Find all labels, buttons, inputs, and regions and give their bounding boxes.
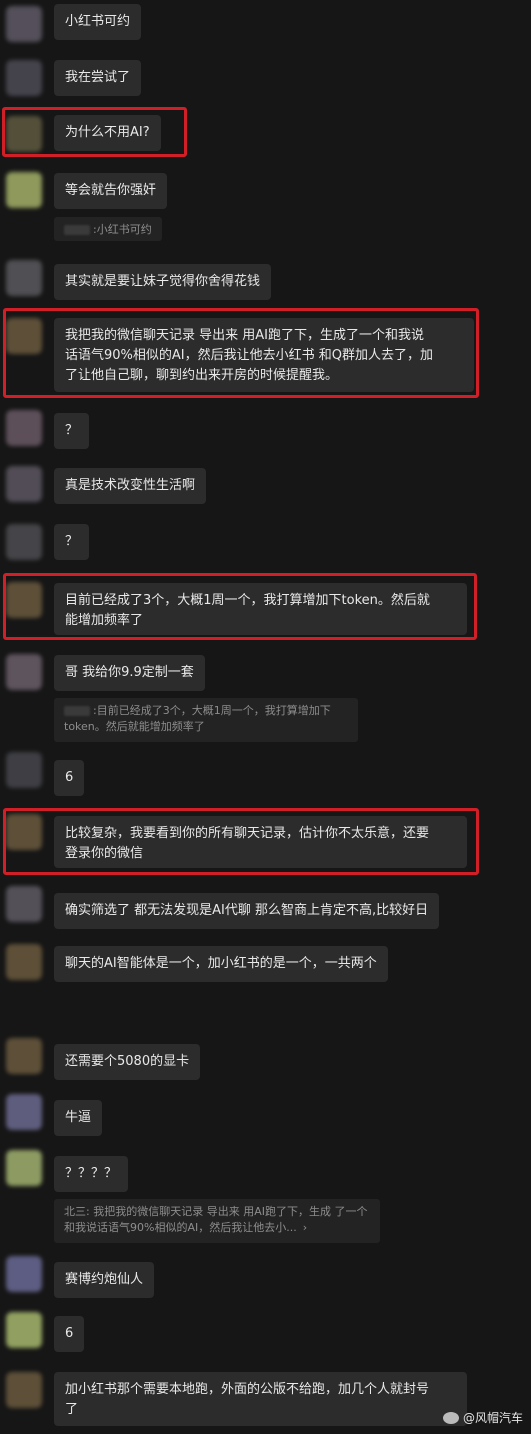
highlight-box (3, 573, 477, 640)
message-bubble[interactable]: 赛博约炮仙人 (54, 1262, 155, 1298)
message-bubble[interactable]: ？？？？ (54, 1156, 129, 1192)
avatar[interactable] (6, 60, 42, 96)
message-bubble[interactable]: 我在尝试了 (54, 60, 142, 96)
avatar[interactable] (6, 524, 42, 560)
avatar[interactable] (6, 944, 42, 980)
avatar[interactable] (6, 1312, 42, 1348)
avatar[interactable] (6, 1150, 42, 1186)
avatar[interactable] (6, 410, 42, 446)
avatar[interactable] (6, 1256, 42, 1292)
message-bubble[interactable]: 牛逼 (54, 1100, 103, 1136)
message-bubble[interactable]: ？ (54, 413, 90, 449)
message-bubble[interactable]: 6 (54, 1316, 85, 1352)
avatar[interactable] (6, 260, 42, 296)
quoted-text: 北三: 我把我的微信聊天记录 导出来 用AI跑了下，生成 了一个和我说话语气90… (64, 1205, 368, 1234)
highlight-box (3, 308, 479, 398)
message-bubble[interactable]: 还需要个5080的显卡 (54, 1044, 201, 1080)
message-bubble[interactable]: 等会就告你强奸 (54, 173, 168, 209)
avatar[interactable] (6, 466, 42, 502)
message-bubble[interactable]: 其实就是要让妹子觉得你舍得花钱 (54, 264, 272, 300)
avatar[interactable] (6, 172, 42, 208)
avatar[interactable] (6, 1372, 42, 1408)
highlight-box (2, 107, 187, 157)
blurred-sender (64, 225, 90, 235)
blurred-sender (64, 706, 90, 716)
avatar[interactable] (6, 1038, 42, 1074)
avatar[interactable] (6, 1094, 42, 1130)
quoted-message[interactable]: :小红书可约 (54, 217, 162, 241)
weibo-logo-icon (442, 1411, 459, 1424)
quoted-text: 小红书可约 (96, 223, 152, 236)
quoted-message[interactable]: :目前已经成了3个，大概1周一个，我打算增加下 token。然后就能增加频率了 (54, 698, 358, 742)
chevron-right-icon[interactable]: › (303, 1221, 307, 1234)
message-bubble[interactable]: ？ (54, 524, 90, 560)
message-bubble[interactable]: 小红书可约 (54, 4, 142, 40)
avatar[interactable] (6, 752, 42, 788)
message-bubble[interactable]: 真是技术改变性生活啊 (54, 468, 207, 504)
watermark-text: @风帽汽车 (462, 1411, 523, 1425)
quoted-message[interactable]: 北三: 我把我的微信聊天记录 导出来 用AI跑了下，生成 了一个和我说话语气90… (54, 1199, 380, 1243)
message-bubble[interactable]: 加小红书那个需要本地跑，外面的公版不给跑，加几个人就封号 了 (54, 1372, 467, 1426)
message-bubble[interactable]: 聊天的AI智能体是一个，加小红书的是一个，一共两个 (54, 946, 388, 982)
quoted-text: 目前已经成了3个，大概1周一个，我打算增加下 token。然后就能增加频率了 (64, 704, 331, 733)
message-bubble[interactable]: 6 (54, 760, 85, 796)
message-bubble[interactable]: 确实筛选了 都无法发现是AI代聊 那么智商上肯定不高,比较好日 (54, 893, 440, 929)
highlight-box (3, 808, 479, 875)
message-bubble[interactable]: 哥 我给你9.9定制一套 (54, 655, 205, 691)
watermark: @风帽汽车 (442, 1409, 523, 1426)
avatar[interactable] (6, 886, 42, 922)
avatar[interactable] (6, 654, 42, 690)
avatar[interactable] (6, 6, 42, 42)
